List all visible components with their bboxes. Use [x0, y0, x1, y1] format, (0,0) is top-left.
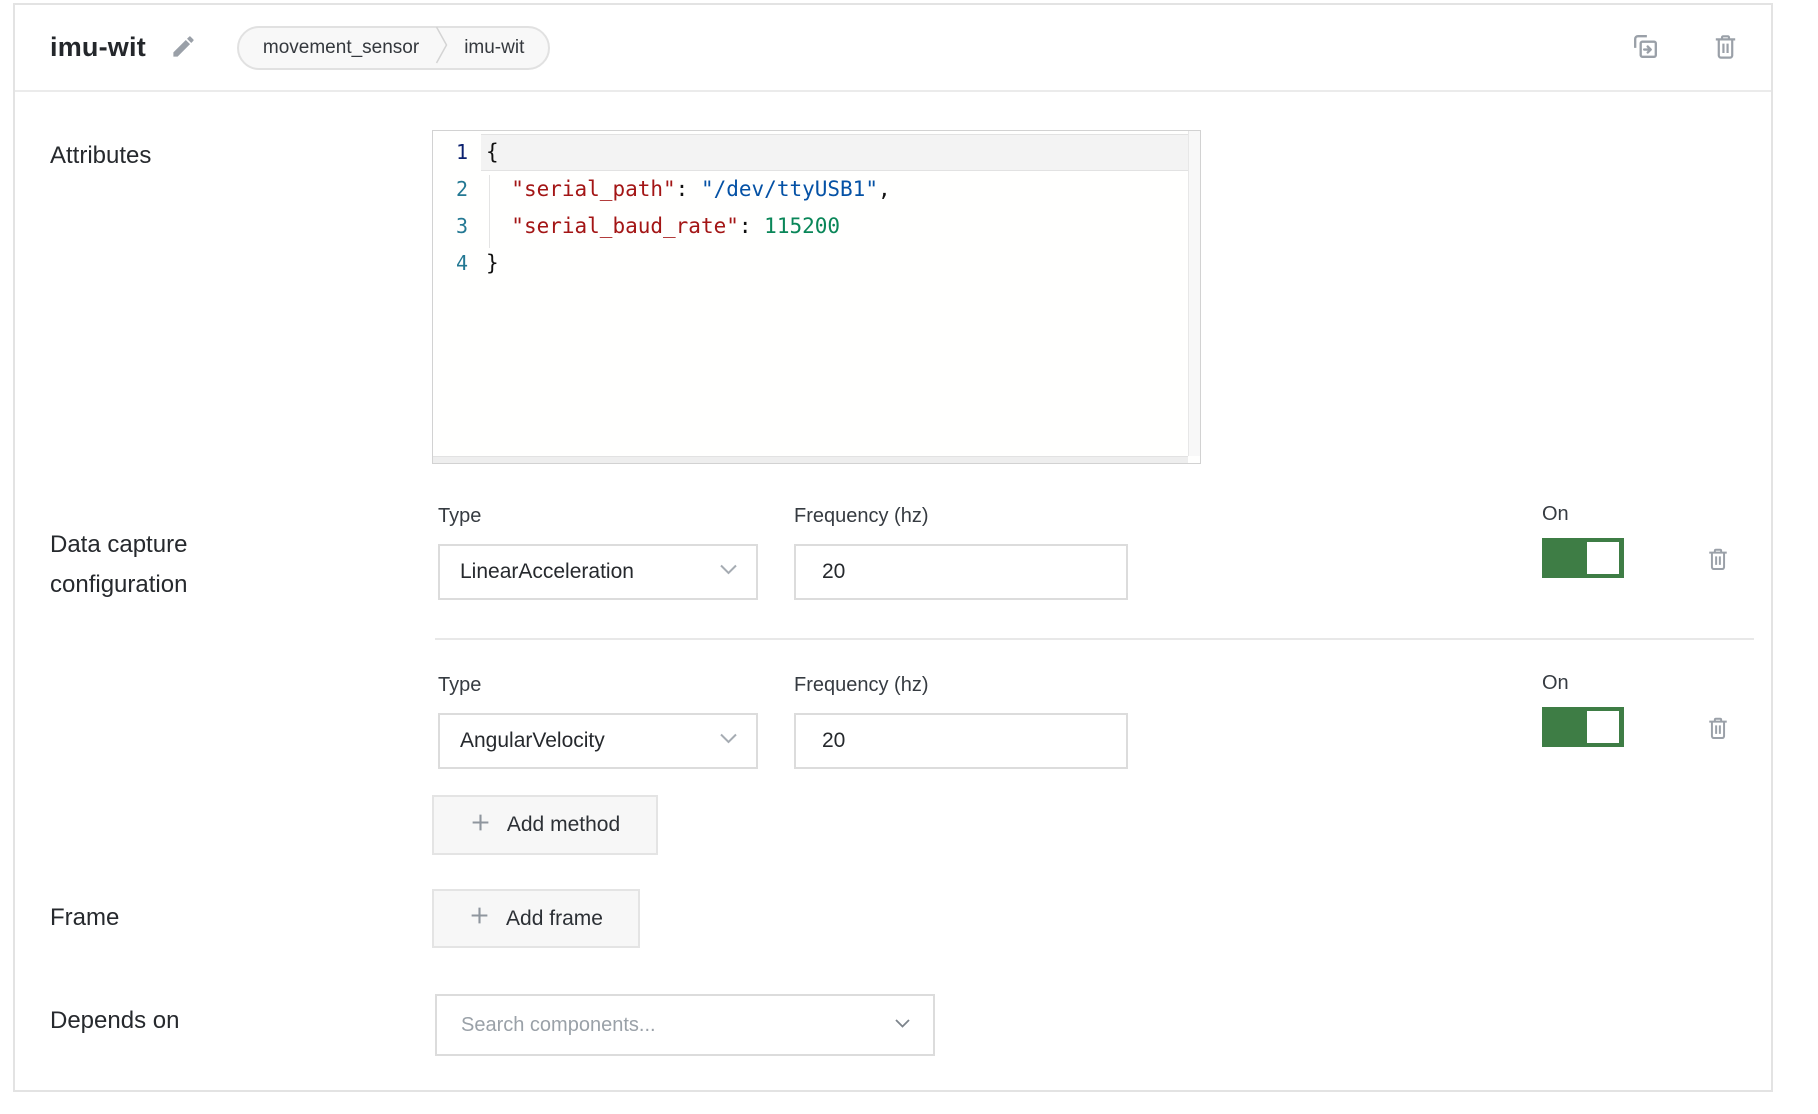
breadcrumb: movement_sensor imu-wit — [237, 26, 550, 70]
code-line[interactable]: 4} — [433, 245, 1188, 282]
type-label: Type — [438, 505, 481, 528]
add-frame-button[interactable]: Add frame — [432, 889, 640, 948]
editor-horizontal-scrollbar[interactable] — [433, 456, 1188, 463]
delete-component-button[interactable] — [1710, 31, 1741, 65]
code-line-text: "serial_path": "/dev/ttyUSB1", — [481, 171, 1188, 208]
capture-type-value: AngularVelocity — [460, 729, 605, 753]
attributes-label: Attributes — [50, 136, 151, 176]
duplicate-button[interactable] — [1629, 30, 1662, 66]
row-divider — [435, 638, 1754, 640]
chevron-down-icon — [894, 1016, 911, 1034]
add-method-label: Add method — [507, 813, 620, 837]
delete-method-button[interactable] — [1704, 545, 1732, 576]
attributes-code-editor[interactable]: 1{2 "serial_path": "/dev/ttyUSB1",3 "ser… — [432, 130, 1201, 464]
data-capture-label: Data capture configuration — [50, 525, 280, 605]
toggle-knob — [1587, 711, 1619, 743]
pencil-icon — [170, 33, 197, 63]
toggle-label: On — [1542, 672, 1569, 695]
chevron-down-icon — [719, 563, 738, 581]
editor-vertical-scrollbar[interactable] — [1188, 131, 1200, 456]
add-frame-label: Add frame — [506, 907, 603, 931]
plus-icon — [470, 812, 491, 839]
line-number: 2 — [433, 171, 481, 208]
chevron-down-icon — [719, 732, 738, 750]
code-line-text: } — [481, 245, 1188, 282]
component-name: imu-wit — [50, 32, 146, 63]
code-line[interactable]: 3 "serial_baud_rate": 115200 — [433, 208, 1188, 245]
component-card: imu-wit movement_sensor imu-wit — [13, 3, 1773, 1092]
capture-toggle[interactable] — [1542, 707, 1624, 747]
code-line[interactable]: 2 "serial_path": "/dev/ttyUSB1", — [433, 171, 1188, 208]
depends-on-label: Depends on — [50, 1001, 179, 1041]
trash-icon — [1710, 31, 1741, 65]
chevron-right-icon — [435, 25, 448, 71]
frequency-label: Frequency (hz) — [794, 674, 929, 697]
breadcrumb-type: movement_sensor — [263, 37, 419, 59]
depends-on-select[interactable]: Search components... — [435, 994, 935, 1056]
line-number: 4 — [433, 245, 481, 282]
capture-type-select[interactable]: LinearAcceleration — [438, 544, 758, 600]
data-capture-row: Type LinearAcceleration Frequency (hz) 2… — [432, 505, 1767, 665]
type-label: Type — [438, 674, 481, 697]
component-header: imu-wit movement_sensor imu-wit — [15, 5, 1771, 92]
capture-toggle[interactable] — [1542, 538, 1624, 578]
header-actions — [1629, 5, 1741, 90]
toggle-knob — [1587, 542, 1619, 574]
toggle-label: On — [1542, 503, 1569, 526]
frequency-input[interactable]: 20 — [794, 713, 1128, 769]
code-lines: 1{2 "serial_path": "/dev/ttyUSB1",3 "ser… — [433, 131, 1188, 282]
code-line-text: "serial_baud_rate": 115200 — [481, 208, 1188, 245]
indent-guide — [489, 175, 490, 248]
edit-name-button[interactable] — [170, 33, 197, 63]
code-line-text: { — [481, 134, 1200, 171]
code-line[interactable]: 1{ — [433, 134, 1188, 171]
frequency-label: Frequency (hz) — [794, 505, 929, 528]
breadcrumb-name: imu-wit — [464, 37, 524, 59]
frequency-input[interactable]: 20 — [794, 544, 1128, 600]
delete-method-button[interactable] — [1704, 714, 1732, 745]
plus-icon — [469, 905, 490, 932]
page: imu-wit movement_sensor imu-wit — [0, 0, 1818, 1114]
capture-type-select[interactable]: AngularVelocity — [438, 713, 758, 769]
trash-icon — [1704, 714, 1732, 745]
line-number: 1 — [433, 134, 481, 171]
trash-icon — [1704, 545, 1732, 576]
capture-type-value: LinearAcceleration — [460, 560, 634, 584]
line-number: 3 — [433, 208, 481, 245]
duplicate-icon — [1629, 30, 1662, 66]
depends-on-placeholder: Search components... — [461, 1014, 656, 1037]
frame-label: Frame — [50, 898, 119, 938]
add-method-button[interactable]: Add method — [432, 795, 658, 855]
